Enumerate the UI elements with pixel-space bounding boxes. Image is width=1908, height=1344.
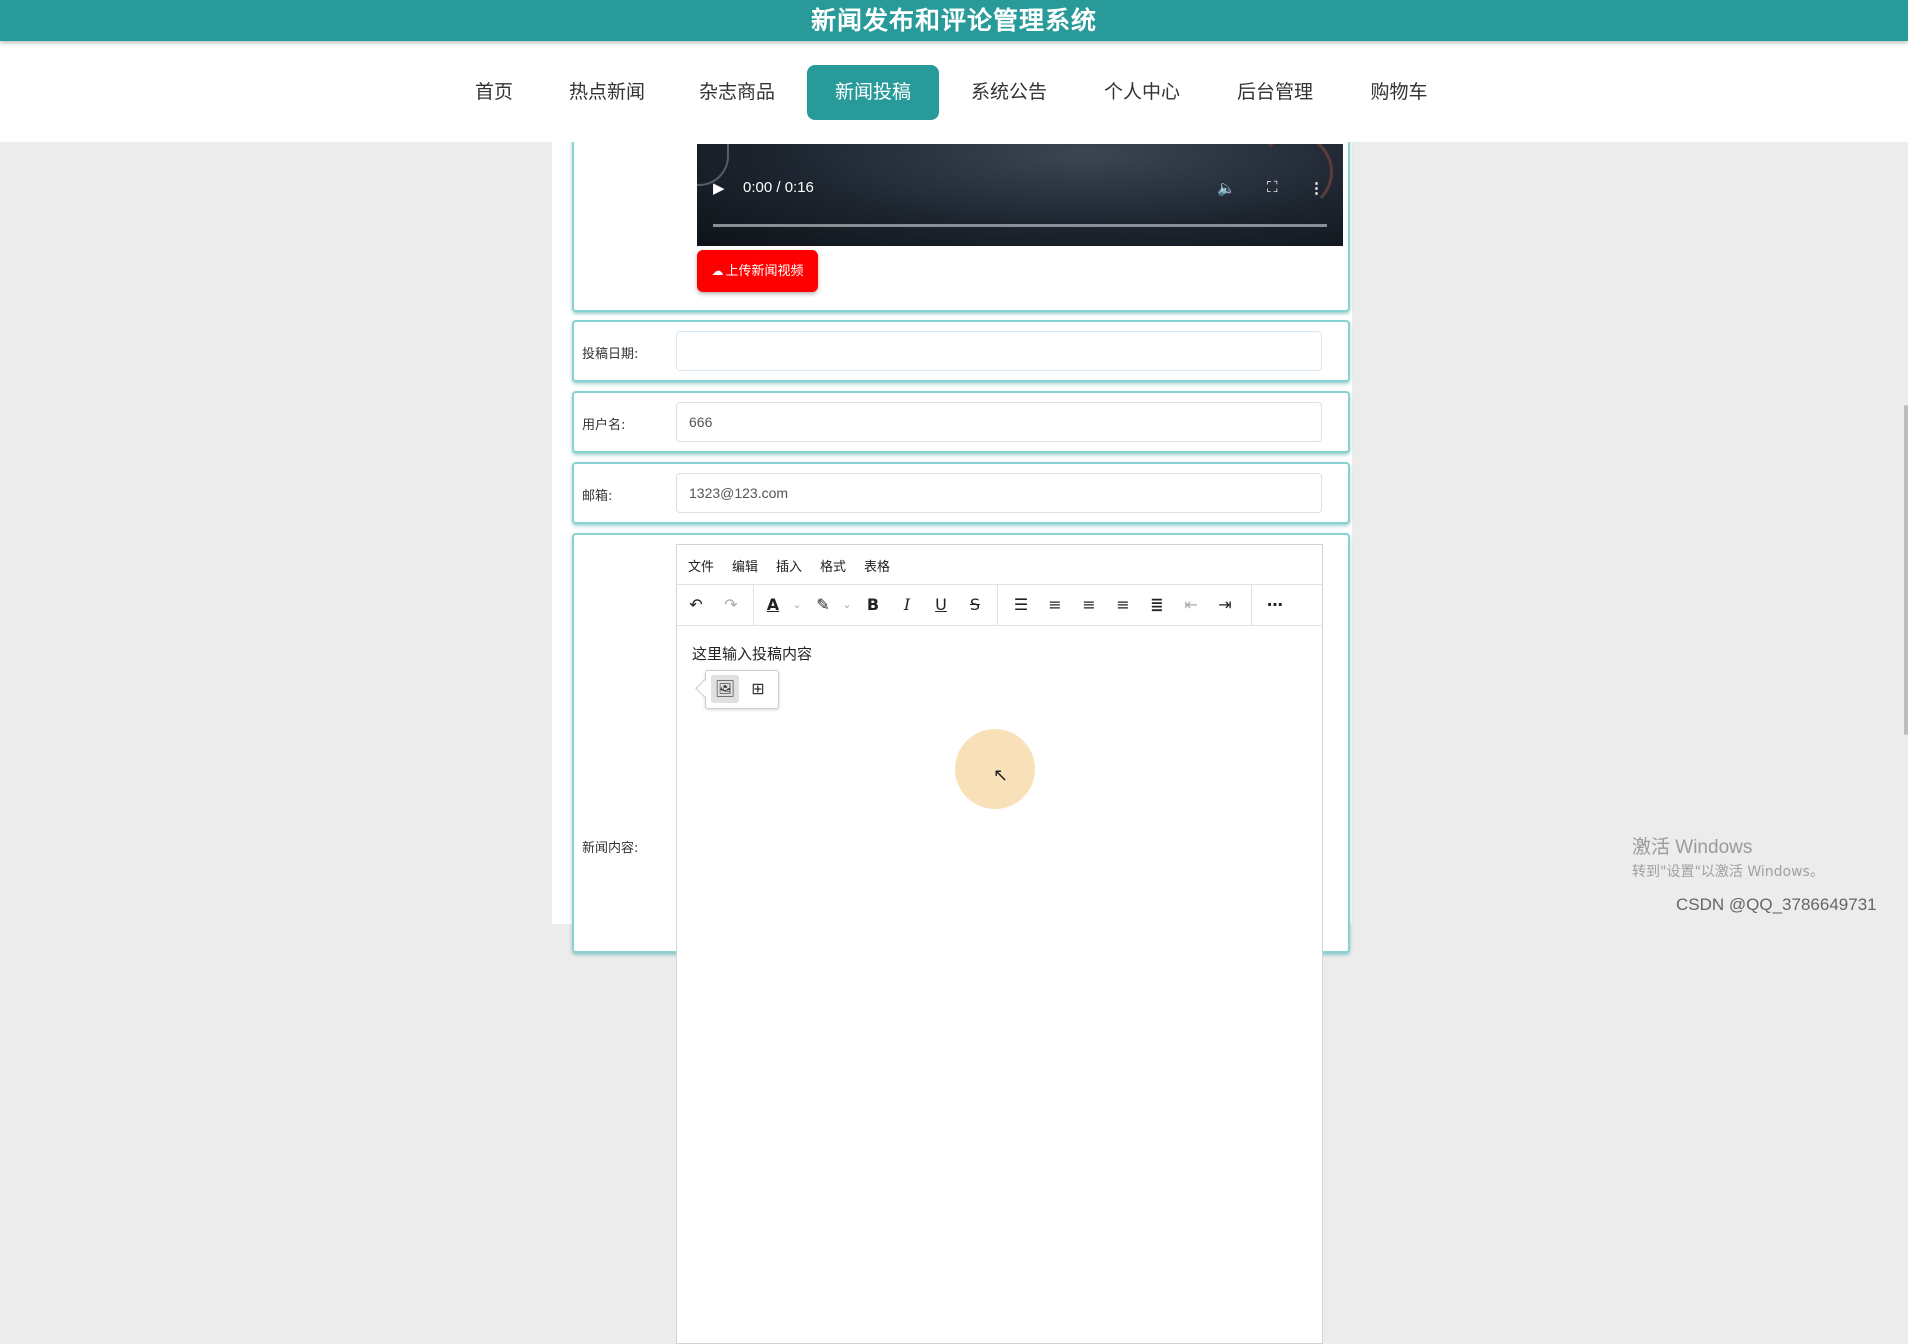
video-time: 0:00 / 0:16 (743, 179, 814, 196)
align-left-icon[interactable]: ≡ (1043, 593, 1067, 617)
nav-admin[interactable]: 后台管理 (1234, 65, 1316, 120)
bold-icon[interactable]: B (861, 593, 885, 617)
redo-icon[interactable]: ↷ (719, 593, 743, 617)
chevron-down-icon[interactable]: ⌄ (835, 593, 859, 617)
menu-edit[interactable]: 编辑 (732, 556, 758, 575)
nav-home[interactable]: 首页 (472, 65, 516, 120)
align-right-icon[interactable]: ≡ (1111, 593, 1135, 617)
rich-text-editor[interactable]: 文件 编辑 插入 格式 表格 ↶ ↷ A ⌄ ✎ ⌄ B I U S ☰ ≡ ≡… (676, 544, 1323, 1344)
nav-cart[interactable]: 购物车 (1368, 65, 1430, 120)
outdent-icon[interactable]: ⇤ (1179, 593, 1203, 617)
line-height-icon[interactable]: ☰ (1009, 593, 1033, 617)
nav-magazine[interactable]: 杂志商品 (696, 65, 778, 120)
video-progress-bar[interactable] (713, 224, 1327, 227)
more-options-icon[interactable]: ⋮ (1309, 179, 1324, 197)
underline-icon[interactable]: U (929, 593, 953, 617)
chevron-down-icon[interactable]: ⌄ (785, 593, 809, 617)
editor-body-text[interactable]: 这里输入投稿内容 (692, 643, 812, 664)
email-input[interactable]: 1323@123.com (676, 473, 1322, 513)
highlight-icon[interactable]: ✎ (811, 593, 835, 617)
date-input[interactable] (676, 331, 1322, 371)
editor-menubar: 文件 编辑 插入 格式 表格 (677, 545, 1322, 585)
italic-icon[interactable]: I (895, 593, 919, 617)
nav-announcement[interactable]: 系统公告 (968, 65, 1050, 120)
volume-icon[interactable]: 🔈 (1217, 179, 1236, 197)
site-title: 新闻发布和评论管理系统 (810, 5, 1097, 35)
align-center-icon[interactable]: ≡ (1077, 593, 1101, 617)
toolbar-divider (753, 585, 754, 625)
menu-insert[interactable]: 插入 (776, 556, 802, 575)
mouse-cursor-icon: ↖ (993, 765, 1009, 786)
cloud-upload-icon: ☁ (711, 264, 724, 278)
date-card: 投稿日期: (572, 320, 1350, 382)
username-input[interactable]: 666 (676, 402, 1322, 442)
insert-image-icon[interactable]: 🖼 (711, 675, 739, 703)
email-card: 邮箱: 1323@123.com (572, 462, 1350, 524)
play-icon[interactable]: ▶ (713, 179, 725, 197)
csdn-watermark: CSDN @QQ_3786649731 (1676, 895, 1877, 914)
username-card: 用户名: 666 (572, 391, 1350, 453)
upload-video-button[interactable]: ☁ 上传新闻视频 (697, 250, 818, 292)
content-label: 新闻内容: (582, 841, 639, 856)
justify-icon[interactable]: ≣ (1145, 593, 1169, 617)
fullscreen-icon[interactable]: ⛶ (1267, 179, 1278, 196)
video-card: ▶ 0:00 / 0:16 🔈 ⛶ ⋮ ☁ 上传新闻视频 (572, 132, 1350, 312)
editor-toolbar: ↶ ↷ A ⌄ ✎ ⌄ B I U S ☰ ≡ ≡ ≡ ≣ ⇤ ⇥ ⋯ (677, 585, 1322, 626)
nav-news-submission[interactable]: 新闻投稿 (807, 65, 939, 120)
content-panel: ▶ 0:00 / 0:16 🔈 ⛶ ⋮ ☁ 上传新闻视频 投稿日期: 用户名: 6… (552, 132, 1352, 1344)
activation-watermark-text: 转到"设置"以激活 Windows。 (1632, 864, 1824, 880)
upload-video-label: 上传新闻视频 (725, 264, 804, 279)
page-scrollbar[interactable] (1902, 0, 1908, 924)
activation-watermark-title: 激活 Windows (1632, 837, 1753, 858)
header-bar: 新闻发布和评论管理系统 (0, 0, 1908, 41)
quick-insert-popup: 🖼 ⊞ (695, 670, 779, 709)
undo-icon[interactable]: ↶ (684, 593, 708, 617)
toolbar-divider (1251, 585, 1252, 625)
menu-file[interactable]: 文件 (688, 556, 714, 575)
nav-hot-news[interactable]: 热点新闻 (566, 65, 648, 120)
username-label: 用户名: (582, 418, 626, 433)
strikethrough-icon[interactable]: S (963, 593, 987, 617)
video-frame-detail (1257, 144, 1333, 210)
video-player[interactable]: ▶ 0:00 / 0:16 🔈 ⛶ ⋮ (697, 144, 1343, 246)
insert-table-icon[interactable]: ⊞ (744, 675, 772, 703)
menu-table[interactable]: 表格 (864, 556, 890, 575)
font-color-icon[interactable]: A (761, 593, 785, 617)
toolbar-divider (997, 585, 998, 625)
scrollbar-thumb[interactable] (1904, 405, 1908, 735)
indent-icon[interactable]: ⇥ (1213, 593, 1237, 617)
menu-format[interactable]: 格式 (820, 556, 846, 575)
main-nav: 首页 热点新闻 杂志商品 新闻投稿 系统公告 个人中心 后台管理 购物车 (0, 41, 1908, 142)
more-icon[interactable]: ⋯ (1263, 593, 1287, 617)
date-label: 投稿日期: (582, 347, 639, 362)
content-card: 新闻内容: 文件 编辑 插入 格式 表格 ↶ ↷ A ⌄ ✎ ⌄ B I U S (572, 533, 1350, 1344)
email-label: 邮箱: (582, 489, 613, 504)
nav-personal-center[interactable]: 个人中心 (1101, 65, 1183, 120)
